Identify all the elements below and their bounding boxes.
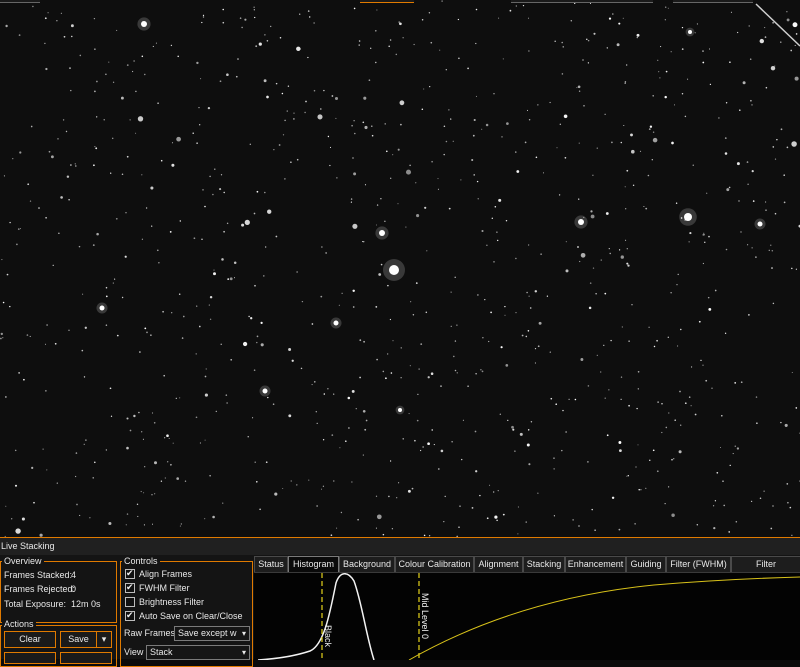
tab-colour-calibration[interactable]: Colour Calibration — [395, 556, 474, 573]
view-label: View — [124, 647, 144, 657]
auto-save-checkbox[interactable] — [125, 610, 135, 621]
frames-rejected-value: 0 — [71, 584, 77, 594]
controls-label: Controls — [122, 556, 160, 566]
toolbar-button[interactable] — [0, 0, 40, 3]
chevron-down-icon: ▾ — [101, 634, 107, 644]
clear-button[interactable]: Clear — [4, 631, 56, 648]
frames-rejected-row: Frames Rejected: 0 — [4, 583, 77, 595]
panel-title: Live Stacking — [0, 537, 800, 555]
toolbar-button[interactable] — [673, 0, 753, 3]
brightness-filter-checkbox[interactable] — [125, 597, 135, 607]
brightness-filter-label: Brightness Filter — [139, 597, 205, 607]
tab-histogram[interactable]: Histogram — [288, 556, 339, 573]
action-button[interactable] — [4, 652, 56, 664]
toolbar-button[interactable] — [360, 0, 414, 3]
total-exposure-label: Total Exposure: — [4, 599, 67, 609]
tab-status[interactable]: Status — [254, 556, 288, 573]
toolbar-button[interactable] — [511, 0, 653, 3]
tab-filter-fwhm[interactable]: Filter (FWHM) — [666, 556, 731, 573]
tab-stacking[interactable]: Stacking — [523, 556, 565, 573]
stretch-curve — [408, 576, 800, 660]
live-stacking-panel: Live Stacking Overview Frames Stacked: 4… — [0, 537, 800, 667]
frames-rejected-label: Frames Rejected: — [4, 584, 76, 594]
frames-stacked-label: Frames Stacked: — [4, 570, 73, 580]
auto-save-label: Auto Save on Clear/Close — [139, 611, 243, 621]
histogram-curve — [257, 573, 375, 660]
total-exposure-value: 12m 0s — [71, 599, 101, 609]
fwhm-filter-label: FWHM Filter — [139, 583, 190, 593]
action-button[interactable] — [60, 652, 112, 664]
stacked-image-view[interactable] — [0, 0, 800, 537]
tab-enhancement[interactable]: Enhancement — [565, 556, 626, 573]
align-frames-checkbox[interactable] — [125, 568, 135, 579]
histogram-chart: Black Mid Level 0 — [257, 573, 800, 660]
star-field — [0, 0, 800, 537]
chevron-down-icon: ▾ — [241, 648, 246, 657]
frames-stacked-row: Frames Stacked: 4 — [4, 569, 76, 581]
total-exposure-row: Total Exposure: 12m 0s — [4, 598, 101, 610]
mid-level-value: 0 — [420, 634, 430, 639]
save-button[interactable]: Save — [60, 631, 96, 648]
raw-frames-label: Raw Frames — [124, 628, 176, 638]
overview-label: Overview — [2, 556, 44, 566]
tab-guiding[interactable]: Guiding — [626, 556, 666, 573]
view-value: Stack — [150, 647, 173, 657]
frames-stacked-value: 4 — [71, 570, 77, 580]
mid-level-label: Mid Level 0 — [420, 593, 430, 639]
tab-alignment[interactable]: Alignment — [474, 556, 523, 573]
save-dropdown-button[interactable]: ▾ — [96, 631, 112, 648]
fwhm-filter-checkbox[interactable] — [125, 582, 135, 593]
black-level-label: Black — [323, 625, 333, 648]
tab-background[interactable]: Background — [339, 556, 395, 573]
view-select[interactable]: Stack ▾ — [146, 645, 250, 660]
histogram-view[interactable]: Black Mid Level 0 — [254, 572, 800, 660]
tab-filter-brightness[interactable]: Filter (Brightness) — [731, 556, 800, 584]
actions-label: Actions — [2, 619, 36, 629]
mid-level-label-text: Mid Level — [420, 593, 430, 632]
raw-frames-select[interactable]: Save except w ▾ — [174, 626, 250, 641]
align-frames-label: Align Frames — [139, 569, 193, 579]
chevron-down-icon: ▾ — [241, 629, 246, 638]
raw-frames-value: Save except w — [178, 628, 237, 638]
